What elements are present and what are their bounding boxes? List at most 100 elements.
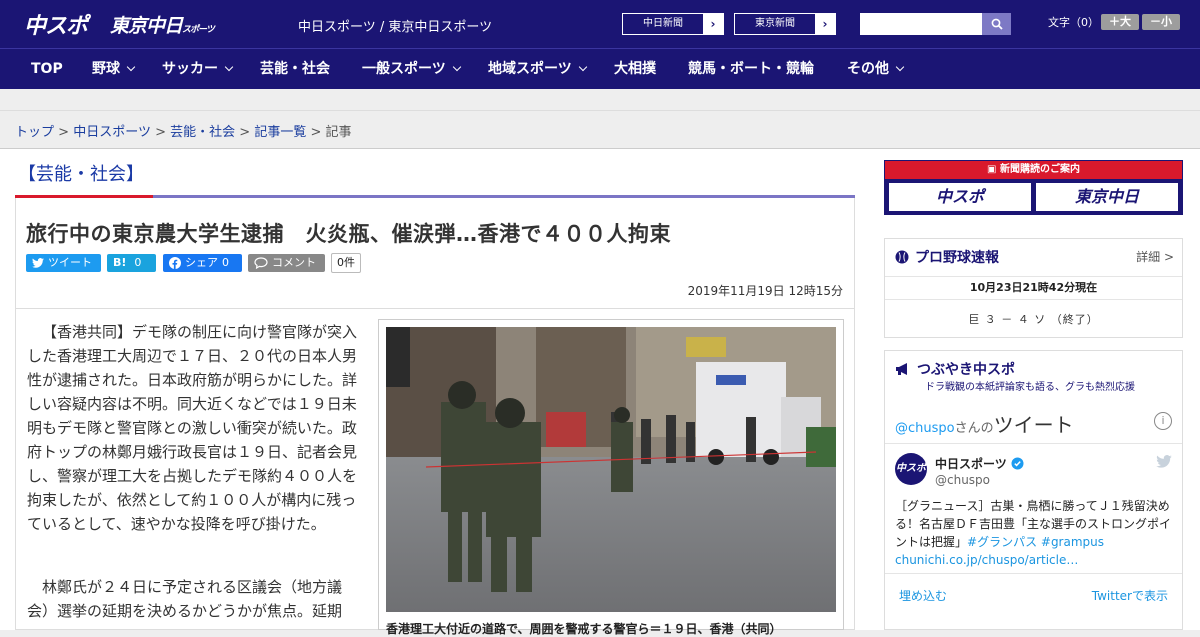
top-bar: 中スポ 東京中日スポーツ 中日スポーツ / 東京中日スポーツ 中日新聞 › 東京…	[0, 0, 1200, 48]
baseball-more-link[interactable]: 詳細 >	[1136, 248, 1174, 265]
subscription-banner-title: ▣ 新聞購読のご案内	[885, 161, 1182, 179]
facebook-icon	[169, 257, 181, 269]
breadcrumb: トップ > 中日スポーツ > 芸能・社会 > 記事一覧 > 記事	[15, 121, 352, 140]
tsubuyaki-subtitle: ドラ戦観の本紙評論家も語る、グラも熱烈応援	[925, 382, 1135, 393]
nav-label: サッカー	[162, 61, 218, 77]
nav-soccer[interactable]: サッカー	[162, 49, 234, 90]
article-date: 2019年11月19日 12時15分	[687, 284, 843, 298]
verified-badge-icon	[1011, 457, 1024, 470]
twitter-bird-icon	[32, 258, 44, 268]
newspaper-icon: ▣	[987, 164, 1000, 175]
promo-title: 新聞購読のご案内	[999, 164, 1080, 175]
photo-caption: 香港理工大付近の道路で、周囲を警戒する警官ら＝１９日、香港（共同）	[386, 622, 782, 636]
divider	[885, 443, 1182, 444]
chuspo-logo[interactable]: 中スポ	[24, 8, 88, 39]
promo-tokyo-chunichi[interactable]: 東京中日	[1035, 182, 1179, 212]
nav-general-sports[interactable]: 一般スポーツ	[362, 49, 461, 90]
breadcrumb-current: 記事	[325, 125, 352, 140]
chevron-down-icon	[895, 62, 905, 72]
search-box	[860, 13, 1011, 35]
nav-top[interactable]: TOP	[31, 49, 63, 90]
divider	[885, 573, 1182, 574]
baseball-title-text: プロ野球速報	[915, 250, 999, 266]
avatar[interactable]: 中スポ	[895, 453, 927, 485]
tokyo-logo-text: 東京中日	[110, 15, 183, 37]
hatena-bookmark-button[interactable]: B! 0	[107, 254, 156, 272]
tokyo-chunichi-logo[interactable]: 東京中日スポーツ	[110, 11, 215, 41]
nav-baseball[interactable]: 野球	[92, 49, 136, 90]
breadcrumb-sep: >	[310, 125, 322, 140]
search-input[interactable]	[860, 13, 982, 35]
twitter-timeline-header: @chuspoさんのツイート	[895, 409, 1074, 438]
breadcrumb-top[interactable]: トップ	[15, 125, 54, 140]
tokyo-logo-small: スポーツ	[182, 25, 215, 35]
breadcrumb-entertainment[interactable]: 芸能・社会	[170, 125, 235, 140]
info-icon[interactable]: i	[1154, 412, 1172, 430]
font-smaller-button[interactable]: －小	[1142, 14, 1180, 30]
tsubuyaki-title: つぶやき中スポ	[895, 359, 1015, 379]
nav-entertainment[interactable]: 芸能・社会	[260, 49, 330, 90]
nav-keiba[interactable]: 競馬・ボート・競輪	[688, 49, 814, 90]
ext-link-label: 中日新聞	[643, 18, 683, 29]
chevron-down-icon	[578, 62, 587, 72]
ad-strip	[0, 89, 1200, 111]
breadcrumb-chunichi-sports[interactable]: 中日スポーツ	[73, 125, 151, 140]
comment-button[interactable]: コメント	[248, 254, 325, 272]
nav-label: 地域スポーツ	[488, 61, 572, 77]
author-name-text: 中日スポーツ	[935, 457, 1007, 471]
promo-chuspo[interactable]: 中スポ	[888, 182, 1032, 212]
breadcrumb-article-list[interactable]: 記事一覧	[254, 125, 306, 140]
hatena-count: 0	[134, 256, 142, 269]
tweet-link[interactable]: chunichi.co.jp/chuspo/article…	[895, 553, 1078, 567]
divider	[15, 308, 855, 309]
timeline-handle-suffix: さんの	[954, 421, 994, 436]
tweet-text: ［グラニュース］古巣・鳥栖に勝ってＪ１残留決める！名古屋ＤＦ吉田豊「主な選手のス…	[895, 497, 1175, 569]
category-title: 【芸能・社会】	[18, 164, 144, 185]
nav-label: 一般スポーツ	[362, 61, 446, 77]
comment-bubble-icon	[254, 257, 268, 269]
baseball-scores-widget: プロ野球速報 詳細 > 10月23日21時42分現在 巨 ３ － ４ ソ （終了…	[884, 238, 1183, 338]
chunichi-shimbun-link[interactable]: 中日新聞 ›	[622, 13, 724, 35]
tweet-button[interactable]: ツイート	[26, 254, 101, 272]
nav-sumo[interactable]: 大相撲	[614, 49, 656, 90]
article-headline: 旅行中の東京農大学生逮捕 火炎瓶、催涙弾…香港で４００人拘束	[26, 222, 671, 246]
nav-regional-sports[interactable]: 地域スポーツ	[488, 49, 587, 90]
tweet-author-handle[interactable]: @chuspo	[935, 473, 990, 487]
embed-link[interactable]: 埋め込む	[899, 587, 947, 604]
facebook-label: シェア	[185, 256, 218, 269]
baseball-icon	[895, 250, 909, 264]
comment-label: コメント	[272, 256, 316, 269]
baseball-game-result[interactable]: 巨 ３ － ４ ソ （終了）	[885, 311, 1182, 327]
baseball-widget-title: プロ野球速報	[895, 247, 999, 267]
tsubuyaki-widget: つぶやき中スポ ドラ戦観の本紙評論家も語る、グラも熱烈応援 @chuspoさんの…	[884, 350, 1183, 630]
nav-other[interactable]: その他	[847, 49, 905, 90]
timeline-handle-link[interactable]: @chuspo	[895, 421, 955, 436]
font-larger-button[interactable]: ＋大	[1101, 14, 1139, 30]
twitter-bird-icon[interactable]	[1156, 455, 1172, 468]
chevron-right-icon: ›	[703, 14, 723, 34]
nav-label: その他	[847, 61, 889, 77]
font-size-label: 文字（0）	[1048, 16, 1099, 29]
divider	[885, 299, 1182, 300]
article-photo-illustration	[386, 327, 836, 612]
facebook-share-button[interactable]: シェア 0	[163, 254, 242, 272]
subscription-banner[interactable]: ▣ 新聞購読のご案内 中スポ 東京中日	[884, 160, 1183, 215]
tsubuyaki-title-text: つぶやき中スポ	[917, 362, 1015, 378]
nav-label: 芸能・社会	[260, 61, 330, 77]
chevron-down-icon	[126, 62, 136, 72]
view-on-twitter-link[interactable]: Twitterで表示	[1092, 587, 1168, 604]
article-photo[interactable]	[386, 327, 836, 612]
timeline-tweet-word: ツイート	[993, 413, 1074, 437]
tweet-author-name[interactable]: 中日スポーツ	[935, 455, 1024, 472]
divider	[885, 276, 1182, 277]
article-paragraph: 【香港共同】デモ隊の制圧に向け警官隊が突入した香港理工大周辺で１７日、２０代の日…	[27, 323, 358, 533]
site-name: 中日スポーツ / 東京中日スポーツ	[298, 20, 493, 35]
hatena-label: B!	[113, 256, 127, 269]
tweet-hashtags[interactable]: #グランパス #grampus	[967, 535, 1104, 549]
breadcrumb-sep: >	[239, 125, 251, 140]
search-button[interactable]	[982, 13, 1011, 35]
tokyo-shimbun-link[interactable]: 東京新聞 ›	[734, 13, 836, 35]
breadcrumb-sep: >	[58, 125, 70, 140]
nav-label: TOP	[31, 61, 63, 77]
tweet-label: ツイート	[48, 256, 92, 269]
